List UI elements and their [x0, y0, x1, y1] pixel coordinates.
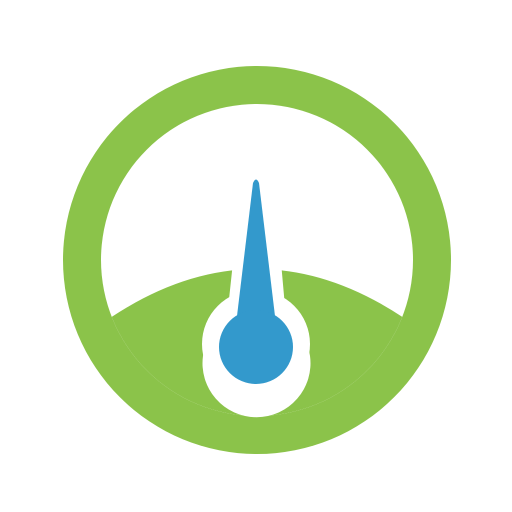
speedometer-gauge-icon: [63, 66, 451, 454]
app-icon-canvas: [0, 0, 512, 512]
needle-hub: [219, 310, 293, 384]
